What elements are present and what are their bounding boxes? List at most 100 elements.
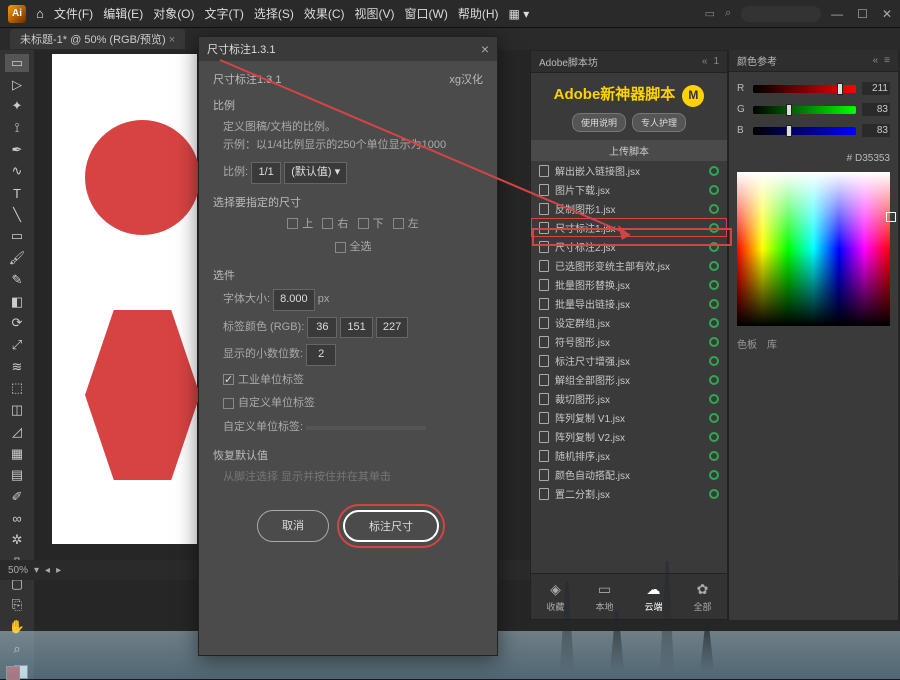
script-item[interactable]: 符号图形.jsx	[531, 332, 727, 351]
tab-swatches[interactable]: 色板	[737, 336, 757, 351]
color-g-input[interactable]: 151	[340, 317, 372, 339]
doc-tab[interactable]: 未标题-1* @ 50% (RGB/预览) ×	[10, 29, 185, 49]
search-icon[interactable]: ⌕	[725, 7, 731, 20]
slider-b[interactable]: B83	[737, 124, 890, 137]
tool-perspective[interactable]: ◿	[5, 423, 29, 441]
menu-help[interactable]: 帮助(H)	[458, 5, 499, 22]
menu-effect[interactable]: 效果(C)	[304, 5, 345, 22]
download-icon[interactable]	[709, 223, 719, 233]
download-icon[interactable]	[709, 451, 719, 461]
download-icon[interactable]	[709, 185, 719, 195]
script-item[interactable]: 标注尺寸增强.jsx	[531, 351, 727, 370]
scripts-help-button[interactable]: 使用说明	[572, 113, 626, 132]
tool-slice[interactable]: ⎘	[5, 597, 29, 615]
cancel-button[interactable]: 取消	[257, 510, 329, 542]
download-icon[interactable]	[709, 204, 719, 214]
script-item[interactable]: 解出嵌入链接图.jsx	[531, 161, 727, 180]
value-b[interactable]: 83	[862, 124, 890, 137]
color-b-input[interactable]: 227	[376, 317, 408, 339]
menu-view[interactable]: 视图(V)	[355, 5, 395, 22]
track-r[interactable]	[753, 85, 856, 93]
script-item[interactable]: 阵列复制 V1.jsx	[531, 408, 727, 427]
panel-collapse-icon[interactable]: «	[702, 56, 708, 67]
script-item[interactable]: 尺寸标注1.jsx	[531, 218, 727, 237]
color-panel-tab[interactable]: 颜色参考 «≡	[729, 50, 898, 72]
script-item[interactable]: 置二分割.jsx	[531, 484, 727, 503]
tool-free-transform[interactable]: ⬚	[5, 380, 29, 398]
script-item[interactable]: 解组全部图形.jsx	[531, 370, 727, 389]
tool-eraser[interactable]: ◧	[5, 293, 29, 311]
panel-menu-icon[interactable]: ≡	[884, 55, 890, 66]
dialog-close-icon[interactable]: ×	[481, 41, 489, 57]
tool-direct-select[interactable]: ▷	[5, 76, 29, 94]
tool-pen[interactable]: ✒	[5, 141, 29, 159]
nav-prev-icon[interactable]: ◂	[45, 565, 50, 576]
slider-r[interactable]: R211	[737, 82, 890, 95]
script-item[interactable]: 随机排序.jsx	[531, 446, 727, 465]
tool-scale[interactable]: ⤢	[5, 336, 29, 354]
track-g[interactable]	[753, 106, 856, 114]
script-item[interactable]: 反制图形1.jsx	[531, 199, 727, 218]
download-icon[interactable]	[709, 375, 719, 385]
script-item[interactable]: 已选图形变统主部有效.jsx	[531, 256, 727, 275]
shape-circle[interactable]	[85, 120, 200, 235]
script-item[interactable]: 批量图形替换.jsx	[531, 275, 727, 294]
max-icon[interactable]: ☐	[857, 7, 868, 21]
download-icon[interactable]	[709, 432, 719, 442]
thumb-b[interactable]	[786, 125, 792, 137]
chk-top[interactable]	[287, 218, 298, 229]
value-r[interactable]: 211	[862, 82, 890, 95]
hex-value[interactable]: # D35353	[729, 151, 898, 166]
home-icon[interactable]: ⌂	[36, 6, 44, 21]
nav-cloud[interactable]: ☁云端	[644, 581, 662, 613]
track-b[interactable]	[753, 127, 856, 135]
tab-library[interactable]: 库	[767, 336, 777, 351]
script-item[interactable]: 图片下载.jsx	[531, 180, 727, 199]
tool-gradient[interactable]: ▤	[5, 466, 29, 484]
download-icon[interactable]	[709, 318, 719, 328]
tool-magic-wand[interactable]: ✦	[5, 97, 29, 115]
tool-blend[interactable]: ∞	[5, 510, 29, 528]
tool-pencil[interactable]: ✎	[5, 271, 29, 289]
chk-bottom[interactable]	[358, 218, 369, 229]
tool-rectangle[interactable]: ▭	[5, 228, 29, 246]
download-icon[interactable]	[709, 489, 719, 499]
tool-type[interactable]: T	[5, 184, 29, 202]
tool-rotate[interactable]: ⟳	[5, 314, 29, 332]
download-icon[interactable]	[709, 413, 719, 423]
tool-eyedropper[interactable]: ✐	[5, 488, 29, 506]
workspace-switcher[interactable]: ▦ ▾	[509, 7, 530, 21]
tool-curvature[interactable]: ∿	[5, 163, 29, 181]
download-icon[interactable]	[709, 299, 719, 309]
menu-type[interactable]: 文字(T)	[205, 5, 244, 22]
scripts-panel-tab[interactable]: Adobe脚本坊 « 1	[531, 51, 727, 73]
nav-next-icon[interactable]: ▸	[56, 565, 61, 576]
close-icon[interactable]: ✕	[882, 7, 892, 21]
download-icon[interactable]	[709, 280, 719, 290]
doc-tab-close-icon[interactable]: ×	[169, 34, 175, 46]
menu-edit[interactable]: 编辑(E)	[103, 5, 143, 22]
decimals-input[interactable]: 2	[306, 344, 336, 366]
nav-fav[interactable]: ◈收藏	[546, 581, 564, 613]
chk-left[interactable]	[393, 218, 404, 229]
chk-custom[interactable]	[223, 398, 234, 409]
scale-default-select[interactable]: (默认值) ▾	[284, 162, 347, 184]
arrange-icon[interactable]: ▭	[705, 7, 715, 20]
tool-lasso[interactable]: ⟟	[5, 119, 29, 137]
scripts-upload-button[interactable]: 上传脚本	[531, 140, 727, 161]
download-icon[interactable]	[709, 166, 719, 176]
menu-file[interactable]: 文件(F)	[54, 5, 93, 22]
panel-collapse-icon[interactable]: «	[873, 55, 879, 66]
download-icon[interactable]	[709, 356, 719, 366]
download-icon[interactable]	[709, 470, 719, 480]
tool-mesh[interactable]: ▦	[5, 445, 29, 463]
download-icon[interactable]	[709, 337, 719, 347]
spectrum-picker[interactable]	[886, 212, 896, 222]
color-spectrum[interactable]	[737, 172, 890, 326]
font-size-input[interactable]: 8.000	[273, 289, 315, 311]
scale-input[interactable]: 1/1	[251, 162, 281, 184]
dialog-titlebar[interactable]: 尺寸标注1.3.1 ×	[199, 37, 497, 61]
nav-all[interactable]: ✿全部	[693, 581, 711, 613]
script-item[interactable]: 批量导出链接.jsx	[531, 294, 727, 313]
script-item[interactable]: 设定群组.jsx	[531, 313, 727, 332]
